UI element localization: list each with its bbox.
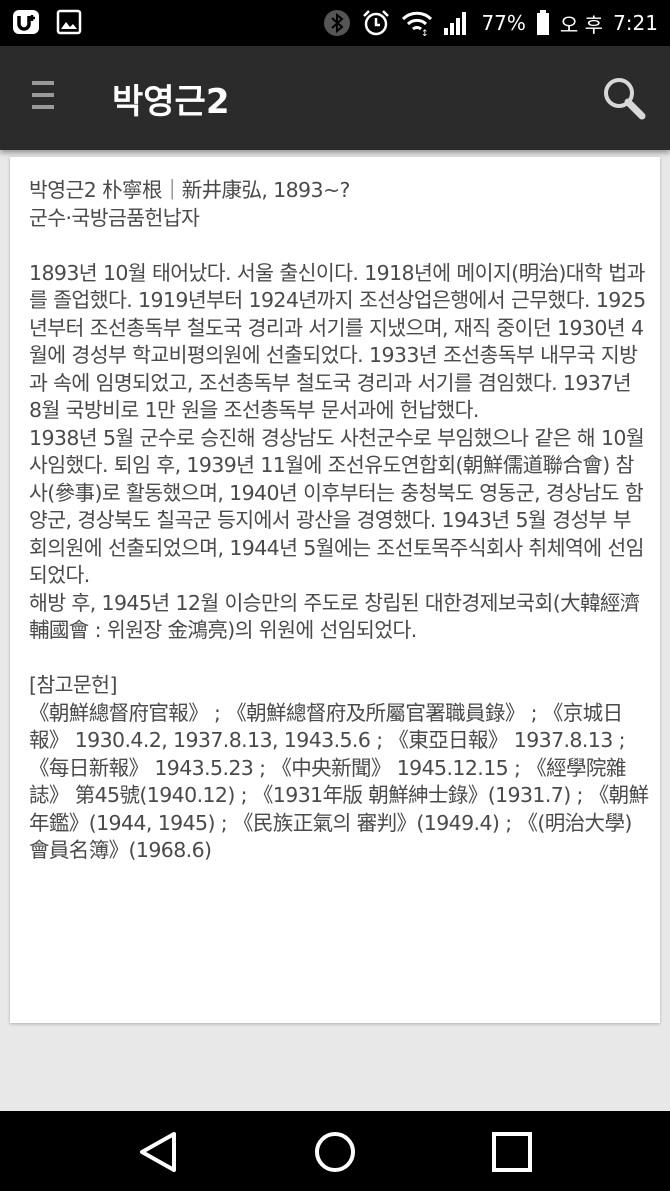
search-icon[interactable]	[600, 74, 648, 122]
article-card: 박영근2 朴寧根｜新井康弘, 1893~? 군수·국방금품헌납자 1893년 1…	[10, 157, 660, 1023]
time: 7:21	[613, 11, 658, 35]
page-title: 박영근2	[112, 82, 230, 122]
u-plus-icon	[12, 9, 42, 35]
recents-square-icon[interactable]	[489, 1129, 535, 1175]
svg-text:↕: ↕	[421, 29, 429, 36]
status-bar: ↕ 77% 오 후 7:21	[0, 0, 670, 46]
navigation-bar	[0, 1111, 670, 1191]
article-paragraph-1: 1893년 10월 태어났다. 서울 출신이다. 1918년에 메이지(明治)대…	[29, 260, 646, 423]
back-triangle-icon[interactable]	[136, 1129, 182, 1175]
alarm-icon	[361, 8, 391, 38]
gallery-icon	[56, 9, 82, 35]
battery-percent: 77%	[481, 11, 526, 35]
app-bar: 박영근2	[0, 46, 670, 150]
battery-icon	[536, 10, 550, 36]
article-subheading: 군수·국방금품헌납자	[29, 205, 200, 230]
references-list: 《朝鮮總督府官報》 ; 《朝鮮總督府及所屬官署職員錄》 ; 《京城日報》 193…	[29, 700, 649, 863]
signal-icon	[443, 10, 471, 36]
home-circle-icon[interactable]	[312, 1129, 358, 1175]
article-paragraph-2: 1938년 5월 군수로 승진해 경상남도 사천군수로 부임했으나 같은 해 1…	[29, 425, 645, 588]
article-content: 박영근2 朴寧根｜新井康弘, 1893~? 군수·국방금품헌납자 1893년 1…	[29, 177, 649, 865]
wifi-icon: ↕	[401, 10, 433, 36]
time-ampm: 오 후	[559, 12, 604, 37]
references-title: [참고문헌]	[29, 673, 117, 697]
article-heading: 박영근2 朴寧根｜新井康弘, 1893~?	[29, 178, 350, 202]
bluetooth-icon	[323, 9, 351, 37]
hamburger-menu-icon[interactable]	[32, 81, 60, 115]
article-paragraph-3: 해방 후, 1945년 12월 이승만의 주도로 창립된 대한경제보국회(大韓經…	[29, 590, 640, 643]
